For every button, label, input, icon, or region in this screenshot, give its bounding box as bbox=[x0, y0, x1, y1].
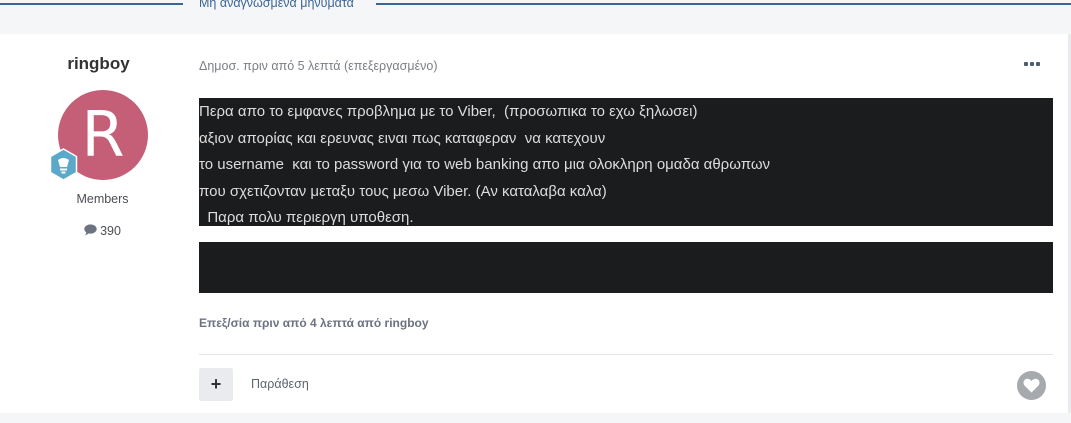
divider bbox=[199, 354, 1053, 355]
spoiler-line: Παρα πολυ περιεργη υποθεση. bbox=[199, 209, 414, 226]
forum-post: ringboy R Members 390 Δημοσ. πριν από 5 … bbox=[0, 34, 1068, 413]
more-options-icon[interactable] bbox=[1024, 62, 1042, 68]
page-background-band bbox=[0, 413, 1071, 423]
spoiler-content: Περα απο το εμφανες προβλημα με το Viber… bbox=[199, 98, 1053, 226]
spoiler-line: το username και το password για το web b… bbox=[199, 156, 771, 173]
post-count: 390 bbox=[0, 224, 205, 239]
spoiler-line: που σχετιζονταν μεταξυ τους μεσω Viber. … bbox=[199, 182, 607, 200]
comment-bubble-icon bbox=[84, 224, 97, 239]
spoiler-line: αξιον απορίας και ερευνας ειναι πως κατα… bbox=[199, 129, 606, 147]
spoiler-line: Περα απο το εμφανες προβλημα με το Viber… bbox=[199, 103, 698, 120]
separator-line-left bbox=[0, 3, 183, 5]
member-group-label: Members bbox=[76, 192, 129, 206]
spoiler-hidden-block[interactable] bbox=[199, 242, 1053, 293]
edited-note: Επεξ/σία πριν από 4 λεπτά από ringboy bbox=[199, 316, 429, 330]
unread-separator: Μη αναγνωσμένα μηνύματα bbox=[0, 0, 1071, 34]
heart-icon[interactable] bbox=[1017, 371, 1046, 400]
quote-button[interactable]: Παράθεση bbox=[251, 377, 309, 391]
author-panel: ringboy R Members 390 bbox=[0, 34, 197, 413]
multiquote-add-button[interactable]: + bbox=[199, 368, 233, 401]
rank-badge-icon bbox=[47, 148, 80, 181]
unread-messages-label: Μη αναγνωσμένα μηνύματα bbox=[199, 0, 354, 10]
author-name-link[interactable]: ringboy bbox=[0, 54, 197, 74]
post-meta[interactable]: Δημοσ. πριν από 5 λεπτά (επεξεργασμένο) bbox=[199, 59, 438, 73]
post-count-value: 390 bbox=[100, 224, 121, 238]
separator-line-right bbox=[376, 3, 1071, 5]
